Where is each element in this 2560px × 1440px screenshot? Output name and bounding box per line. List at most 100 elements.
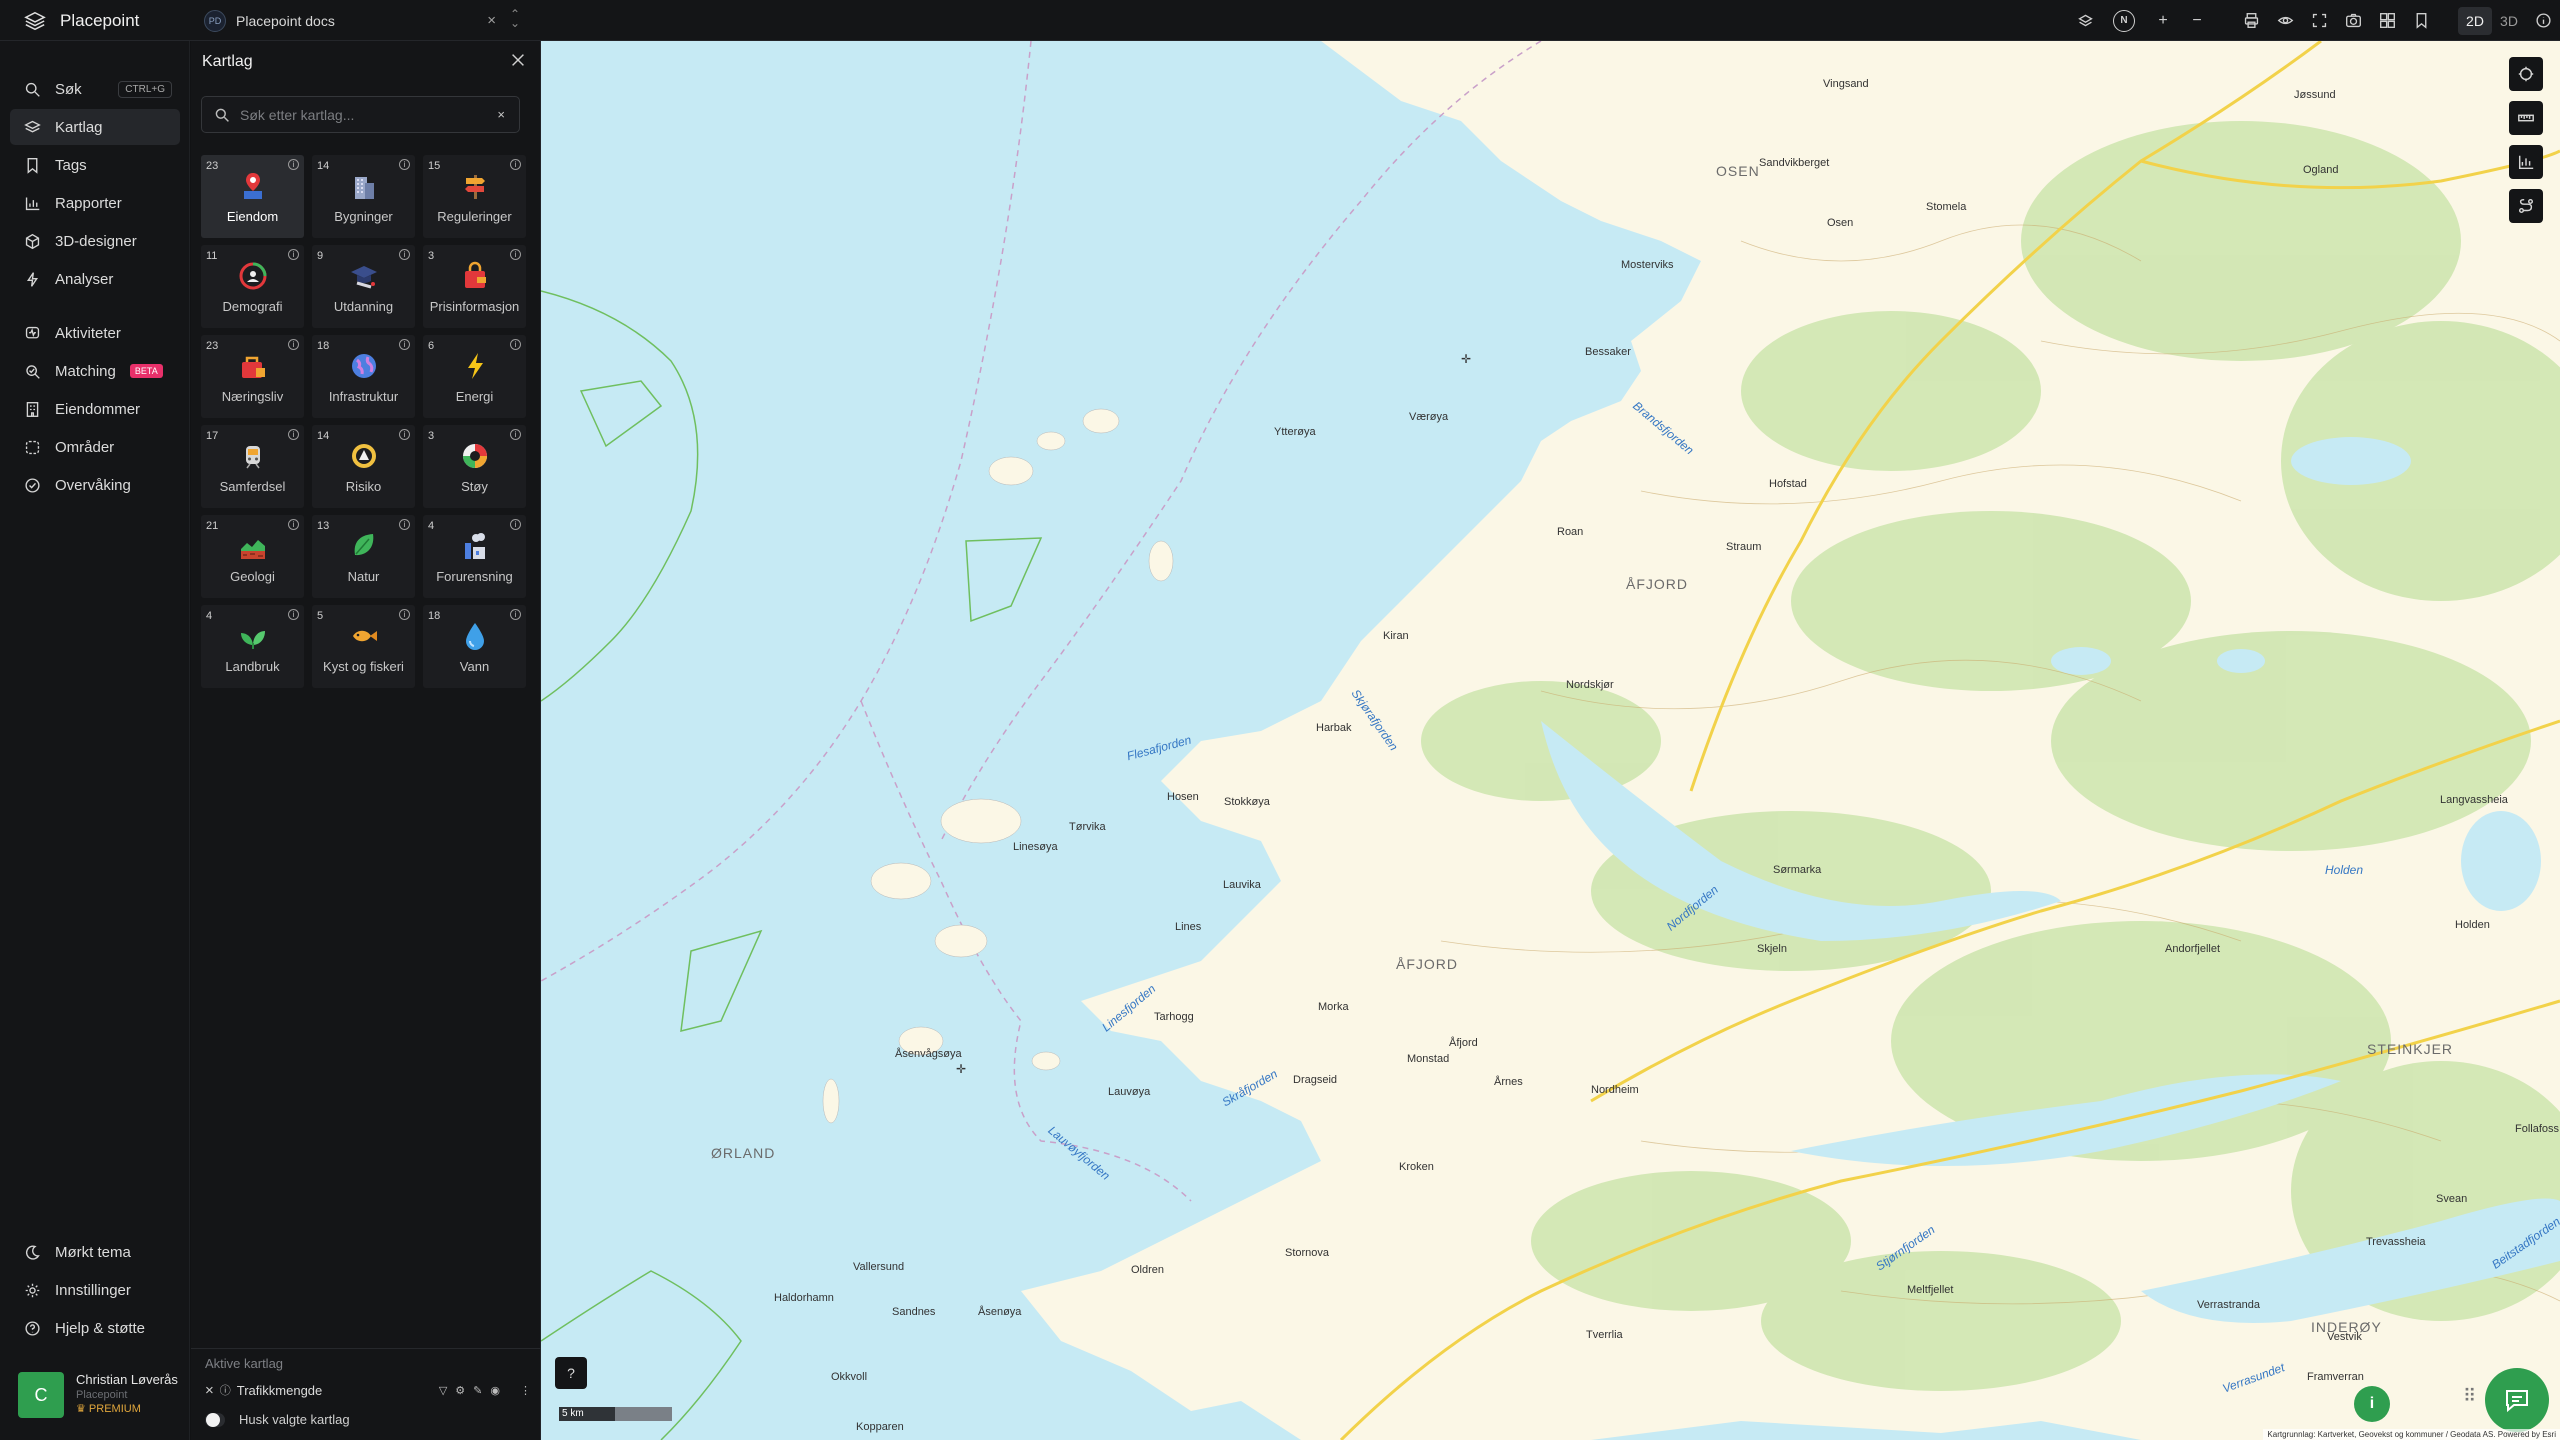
layer-tile-landbruk[interactable]: 4 i Landbruk xyxy=(201,605,304,688)
layer-count: 3 xyxy=(428,250,435,262)
info-icon[interactable]: i xyxy=(510,609,521,620)
docs-tab[interactable]: PD Placepoint docs × ⌃ ⌄ xyxy=(204,6,532,35)
settings-icon[interactable]: ⚙ xyxy=(455,1384,465,1397)
layer-count: 17 xyxy=(206,430,219,442)
sidebar-item-matching[interactable]: Matching BETA xyxy=(10,353,180,389)
info-icon[interactable]: i xyxy=(288,519,299,530)
close-icon[interactable]: × xyxy=(487,12,496,29)
user-profile[interactable]: C Christian Løverås Placepoint ♛ PREMIUM xyxy=(18,1372,183,1422)
place-label: Ytterøya xyxy=(1274,426,1316,438)
zoom-out-button[interactable]: − xyxy=(2180,0,2214,41)
layer-tile-naeringsliv[interactable]: 23 i Næringsliv xyxy=(201,335,304,418)
compass-button[interactable]: N xyxy=(2102,0,2146,41)
switch-chevrons-icon[interactable]: ⌃ ⌄ xyxy=(510,8,520,29)
info-icon[interactable]: i xyxy=(510,339,521,350)
layers-settings-button[interactable] xyxy=(2509,57,2543,91)
info-icon[interactable]: i xyxy=(399,519,410,530)
layer-tile-geologi[interactable]: 21 i Geologi xyxy=(201,515,304,598)
info-icon[interactable]: i xyxy=(399,429,410,440)
map-help-button[interactable]: ? xyxy=(555,1357,587,1389)
sidebar-item-tags[interactable]: Tags xyxy=(10,147,180,183)
map-view[interactable]: ØRLAND ÅFJORD ÅFJORD OSEN INDERØY STEINK… xyxy=(541,41,2560,1440)
info-icon[interactable]: i xyxy=(510,429,521,440)
sidebar-item-sok[interactable]: Søk CTRL+G xyxy=(10,71,180,107)
brand[interactable]: Placepoint xyxy=(24,0,139,41)
info-icon[interactable]: i xyxy=(399,249,410,260)
sidebar-item-overvaking[interactable]: Overvåking xyxy=(10,467,180,503)
layer-tile-stoy[interactable]: 3 i Støy xyxy=(423,425,526,508)
info-icon[interactable]: i xyxy=(510,159,521,170)
info-circle-icon[interactable] xyxy=(2526,0,2560,41)
sidebar-item-help[interactable]: Hjelp & støtte xyxy=(10,1310,180,1346)
info-icon[interactable]: ⓘ xyxy=(220,1382,231,1398)
info-icon[interactable]: i xyxy=(399,609,410,620)
layer-tile-energi[interactable]: 6 i Energi xyxy=(423,335,526,418)
place-label: Follafoss xyxy=(2515,1123,2560,1135)
layers-download-icon[interactable] xyxy=(2068,0,2102,41)
remember-layers[interactable]: Husk valgte kartlag xyxy=(205,1412,350,1427)
layer-tile-reguleringer[interactable]: 15 i Reguleringer xyxy=(423,155,526,238)
sidebar-item-omrader[interactable]: Områder xyxy=(10,429,180,465)
grid-icon[interactable] xyxy=(2370,0,2404,41)
close-panel-button[interactable] xyxy=(509,51,531,73)
drag-handle-icon[interactable]: ⠿ xyxy=(2463,1386,2476,1407)
map-label: ÅFJORD xyxy=(1626,576,1688,592)
scale-segment xyxy=(615,1407,672,1421)
sidebar-item-dark-theme[interactable]: Mørkt tema xyxy=(10,1234,180,1270)
remove-layer-icon[interactable]: × xyxy=(205,1382,214,1399)
info-icon[interactable]: i xyxy=(510,249,521,260)
active-layer-row[interactable]: × ⓘ Trafikkmengde ▽ ⚙ ✎ ◉ ⋮ xyxy=(205,1377,531,1403)
sidebar-item-settings[interactable]: Innstillinger xyxy=(10,1272,180,1308)
layer-search-input[interactable] xyxy=(240,106,480,123)
active-layer-name: Trafikkmengde xyxy=(236,1382,323,1398)
layer-tile-vann[interactable]: 18 i Vann xyxy=(423,605,526,688)
measure-button[interactable] xyxy=(2509,101,2543,135)
sidebar-item-rapporter[interactable]: Rapporter xyxy=(10,185,180,221)
sidebar-item-kartlag[interactable]: Kartlag xyxy=(10,109,180,145)
mode-2d-button[interactable]: 2D xyxy=(2458,6,2492,35)
layer-tile-natur[interactable]: 13 i Natur xyxy=(312,515,415,598)
info-icon[interactable]: i xyxy=(399,339,410,350)
water-label: Holden xyxy=(2325,863,2364,877)
map-info-button[interactable]: i xyxy=(2354,1386,2390,1422)
layer-tile-risiko[interactable]: 14 i Risiko xyxy=(312,425,415,508)
layer-tile-bygninger[interactable]: 14 i Bygninger xyxy=(312,155,415,238)
info-icon[interactable]: i xyxy=(288,249,299,260)
info-icon[interactable]: i xyxy=(288,339,299,350)
layer-tile-eiendom[interactable]: 23 i Eiendom xyxy=(201,155,304,238)
route-button[interactable] xyxy=(2509,189,2543,223)
layer-tile-utdanning[interactable]: 9 i Utdanning xyxy=(312,245,415,328)
info-icon[interactable]: i xyxy=(288,159,299,170)
remember-toggle[interactable] xyxy=(205,1412,225,1427)
camera-icon[interactable] xyxy=(2336,0,2370,41)
chat-button[interactable] xyxy=(2485,1368,2549,1432)
edit-icon[interactable]: ✎ xyxy=(473,1384,482,1397)
layer-tile-samferdsel[interactable]: 17 i Samferdsel xyxy=(201,425,304,508)
sidebar-item-eiendommer[interactable]: Eiendommer xyxy=(10,391,180,427)
info-icon[interactable]: i xyxy=(288,429,299,440)
map-attribution: Kartgrunnlag: Kartverket, Geovekst og ko… xyxy=(2263,1429,2560,1440)
mode-3d-button[interactable]: 3D xyxy=(2492,7,2526,35)
layer-tile-forurensning[interactable]: 4 i Forurensning xyxy=(423,515,526,598)
layer-count: 23 xyxy=(206,160,219,172)
layer-tile-prisinformasjon[interactable]: 3 i Prisinformasjon xyxy=(423,245,526,328)
clear-search-icon[interactable]: × xyxy=(497,107,505,122)
info-icon[interactable]: i xyxy=(510,519,521,530)
eye-icon[interactable] xyxy=(2268,0,2302,41)
sidebar-item-analyser[interactable]: Analyser xyxy=(10,261,180,297)
visibility-icon[interactable]: ◉ xyxy=(490,1384,500,1397)
filter-icon[interactable]: ▽ xyxy=(439,1384,447,1397)
layer-tile-kyst-og-fiskeri[interactable]: 5 i Kyst og fiskeri xyxy=(312,605,415,688)
more-icon[interactable]: ⋮ xyxy=(520,1384,531,1397)
info-icon[interactable]: i xyxy=(399,159,410,170)
sidebar-item-3d-designer[interactable]: 3D-designer xyxy=(10,223,180,259)
fullscreen-icon[interactable] xyxy=(2302,0,2336,41)
zoom-in-button[interactable]: + xyxy=(2146,0,2180,41)
print-icon[interactable] xyxy=(2234,0,2268,41)
layer-tile-demografi[interactable]: 11 i Demografi xyxy=(201,245,304,328)
layer-tile-infrastruktur[interactable]: 18 i Infrastruktur xyxy=(312,335,415,418)
elevation-chart-button[interactable] xyxy=(2509,145,2543,179)
bookmark-icon[interactable] xyxy=(2404,0,2438,41)
info-icon[interactable]: i xyxy=(288,609,299,620)
sidebar-item-aktiviteter[interactable]: Aktiviteter xyxy=(10,315,180,351)
